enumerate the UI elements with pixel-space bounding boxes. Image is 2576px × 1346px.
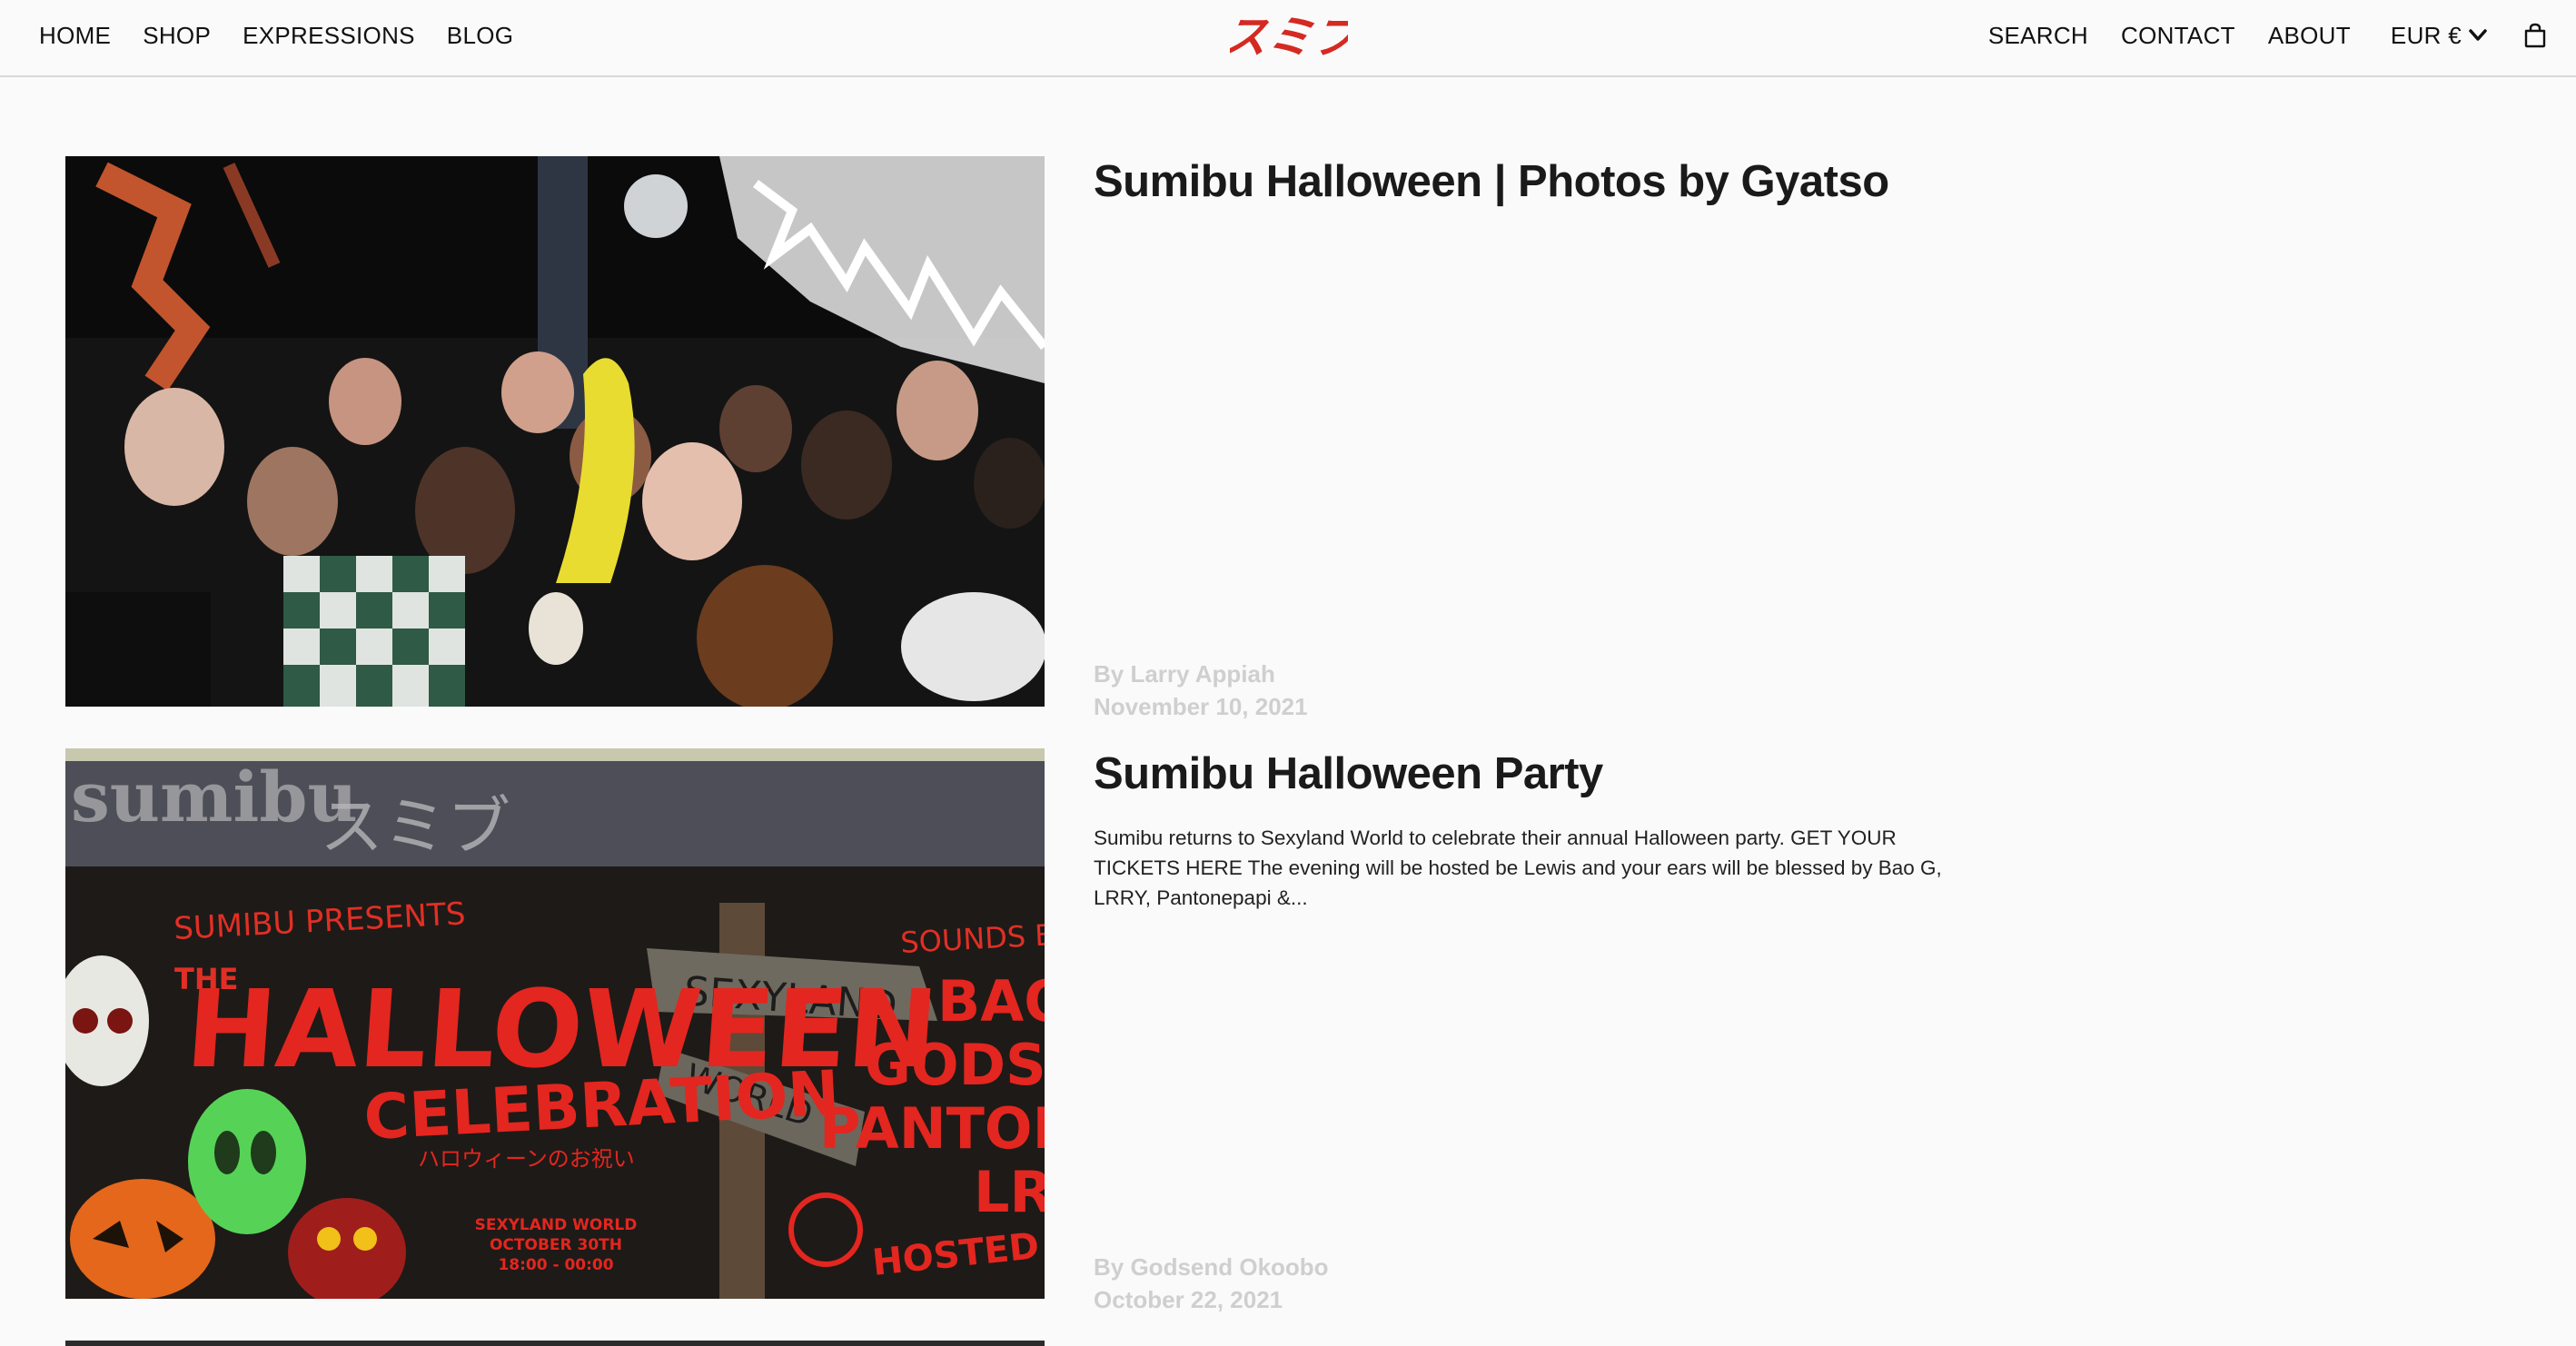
currency-label: EUR €: [2390, 21, 2462, 49]
poster-act-1: BAO G: [937, 968, 1045, 1034]
poster-act-2: GODSENDO: [865, 1032, 1045, 1098]
nav-shop[interactable]: SHOP: [143, 22, 211, 50]
post-date: October 22, 2021: [1094, 1286, 1283, 1313]
post-image-next[interactable]: [65, 1341, 1045, 1346]
secondary-nav: SEARCH CONTACT ABOUT EUR €: [1956, 0, 2547, 71]
post-excerpt: Sumibu returns to Sexyland World to cele…: [1094, 826, 1942, 909]
post-author: By Godsend Okoobo: [1094, 1253, 1329, 1281]
post-title[interactable]: Sumibu Halloween Party: [1094, 748, 1603, 799]
chevron-down-icon: [2469, 29, 2487, 41]
poster-venue: SEXYLAND WORLD: [475, 1216, 638, 1234]
site-logo[interactable]: スミブ: [1218, 7, 1370, 65]
nav-search[interactable]: SEARCH: [1988, 22, 2088, 50]
post-author: By Larry Appiah: [1094, 660, 1275, 688]
poster-date: OCTOBER 30TH: [490, 1236, 622, 1254]
nav-expressions[interactable]: EXPRESSIONS: [243, 22, 415, 50]
post-meta: By Larry Appiah November 10, 2021: [1094, 658, 1308, 723]
site-header: HOME SHOP EXPRESSIONS BLOG スミブ SEARCH CO…: [0, 0, 2576, 77]
nav-contact[interactable]: CONTACT: [2121, 22, 2235, 50]
post-image-party-photo[interactable]: [65, 156, 1045, 707]
post-meta: By Godsend Okoobo October 22, 2021: [1094, 1251, 1329, 1316]
nav-about[interactable]: ABOUT: [2268, 22, 2351, 50]
poster-wordmark: sumibu: [71, 757, 358, 837]
poster-kana: スミブ: [320, 789, 510, 864]
post-title[interactable]: Sumibu Halloween | Photos by Gyatso: [1094, 156, 1889, 207]
poster-act-3: PANTONEPAPI: [819, 1095, 1045, 1162]
post-image-halloween-poster[interactable]: sumibu スミブ SEXYLAND WORLD SUMIBU PRESENT…: [65, 748, 1045, 1299]
shopping-bag-icon[interactable]: [2523, 23, 2547, 48]
logo-text: スミブ: [1230, 10, 1348, 64]
poster-time: 18:00 - 00:00: [498, 1256, 613, 1274]
poster-japanese: ハロウィーンのお祝い: [418, 1146, 635, 1172]
nav-home[interactable]: HOME: [39, 22, 111, 50]
post-date: November 10, 2021: [1094, 693, 1308, 720]
poster-act-4: LRRY: [974, 1159, 1045, 1225]
primary-nav: HOME SHOP EXPRESSIONS BLOG: [39, 0, 513, 71]
currency-selector[interactable]: EUR €: [2391, 22, 2487, 50]
nav-blog[interactable]: BLOG: [447, 22, 513, 50]
